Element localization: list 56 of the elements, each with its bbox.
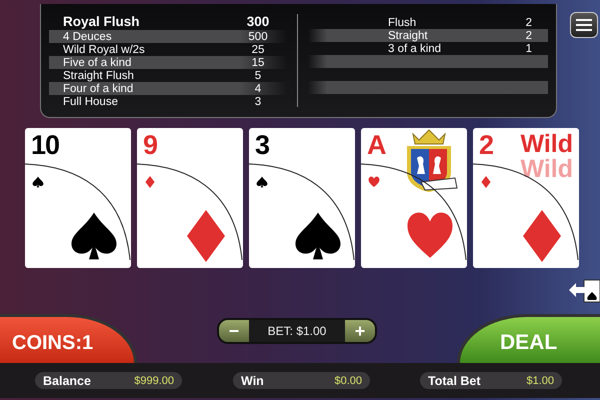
hand-name: Full House: [63, 96, 118, 108]
diamond-icon: [523, 210, 561, 262]
status-label: Total Bet: [428, 374, 481, 388]
diamond-icon: [481, 176, 491, 188]
payout-value: 1: [526, 42, 532, 54]
hand-name: Four of a kind: [63, 82, 134, 94]
hand-name: Straight Flush: [63, 70, 134, 82]
spade-icon: [296, 212, 340, 260]
card-rank: 3: [255, 132, 270, 159]
payout-value: 15: [250, 56, 266, 68]
hand-name: 4 Deuces: [63, 30, 112, 42]
card-rank: 2: [479, 132, 494, 159]
card-rank: 9: [143, 132, 158, 159]
hand-name: Wild Royal w/2s: [63, 44, 145, 56]
wild-label: Wild: [520, 132, 573, 157]
hand-name: 3 of a kind: [388, 42, 442, 54]
spade-icon: [32, 176, 44, 188]
diamond-icon: [187, 210, 225, 262]
hand-name: Royal Flush: [63, 14, 140, 28]
menu-button[interactable]: [570, 12, 598, 38]
playing-card[interactable]: 9: [137, 128, 243, 268]
status-value: $999.00: [134, 374, 174, 386]
status-label: Win: [241, 374, 264, 388]
swap-card-icon[interactable]: [568, 278, 600, 304]
status-label: Balance: [43, 374, 91, 388]
diamond-icon: [145, 176, 155, 188]
status-value: $0.00: [334, 374, 362, 386]
payout-value: 25: [250, 44, 266, 56]
payout-value: 300: [246, 14, 270, 28]
payout-value: 5: [254, 70, 262, 82]
hand-name: Flush: [388, 16, 416, 28]
decrease-bet-button[interactable]: −: [219, 320, 249, 342]
playing-card[interactable]: 10: [25, 128, 131, 268]
spade-icon: [256, 176, 268, 188]
playing-card[interactable]: 3: [249, 128, 355, 268]
bet-amount: BET: $1.00: [266, 324, 328, 338]
heart-icon: [408, 212, 452, 258]
payout-value: 500: [247, 30, 269, 42]
payout-value: 4: [254, 82, 262, 94]
payout-value: 2: [526, 16, 532, 28]
playing-card[interactable]: Wild Wild 2: [473, 128, 579, 268]
spade-icon: [72, 212, 116, 260]
increase-bet-button[interactable]: +: [345, 320, 375, 342]
coins-button[interactable]: COINS:1: [0, 314, 137, 363]
deal-button[interactable]: DEAL: [457, 314, 600, 363]
card-rank: 10: [31, 132, 60, 159]
payout-value: 3: [254, 96, 262, 108]
menu-icon: [576, 19, 592, 31]
payout-value: 2: [526, 30, 532, 42]
playing-card[interactable]: A: [361, 128, 467, 268]
heart-icon: [368, 176, 380, 188]
wild-label: Wild: [520, 157, 573, 182]
status-value: $1.00: [526, 374, 554, 386]
card-rank: A: [367, 132, 386, 159]
hand-name: Straight: [388, 30, 428, 42]
hand-name: Five of a kind: [63, 56, 132, 68]
